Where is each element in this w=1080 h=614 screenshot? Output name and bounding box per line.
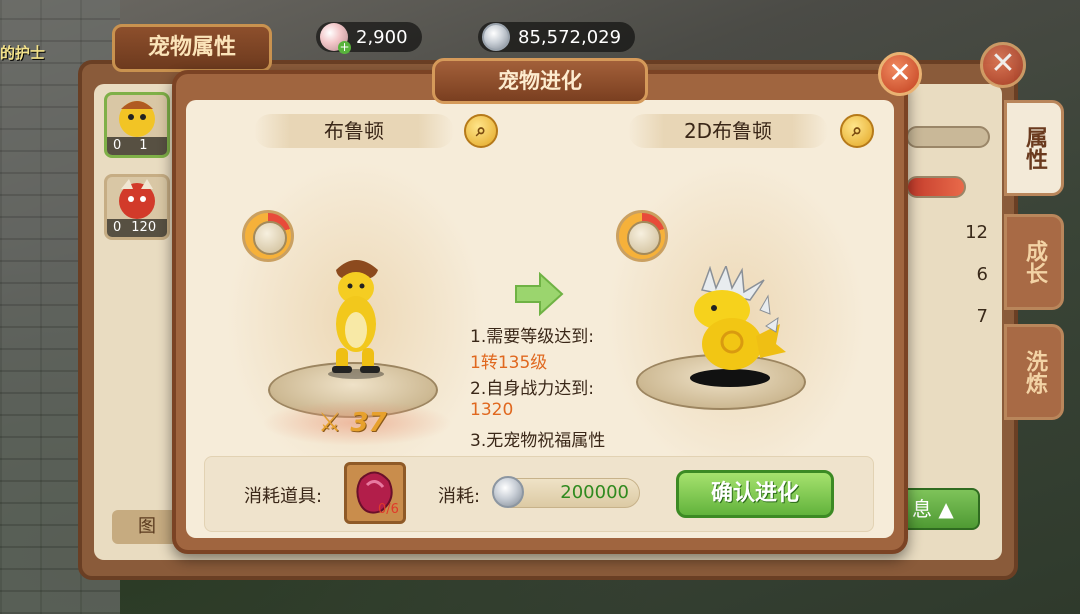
lion-pet-sprite — [328, 260, 384, 379]
from-pet-quality-badge[interactable] — [242, 210, 294, 262]
stat-bar — [906, 126, 990, 148]
pet-rebirth: 0 — [113, 220, 122, 235]
pet-attributes-title: 宠物属性 — [112, 24, 272, 72]
gem-icon — [320, 23, 351, 54]
stat-value: 6 — [976, 264, 988, 285]
coin-amount: 85,572,029 — [518, 26, 622, 48]
to-pet-inspect-button[interactable]: ⌕ — [840, 114, 874, 148]
info-button-label: 息 — [912, 497, 932, 521]
consume-label: 消耗: — [438, 486, 481, 507]
requirement-power-value: 1320 — [470, 400, 514, 420]
pet-list-item[interactable]: 0 120 — [104, 174, 170, 240]
coin-counter: 85,572,029 — [478, 22, 636, 52]
lion-pet-icon — [119, 101, 155, 137]
confirm-evolve-button[interactable]: 确认进化 — [676, 470, 834, 518]
close-icon: ✕ — [888, 56, 912, 89]
gem-amount: 2,900 — [356, 26, 408, 48]
stat-value: 7 — [976, 306, 988, 327]
magnifier-icon: ⌕ — [851, 120, 863, 141]
dialog-title: 宠物进化 — [432, 58, 648, 104]
requirement-level-label: 1.需要等级达到: — [470, 327, 594, 347]
evolved-dragon-pet-sprite — [690, 266, 786, 387]
gem-counter[interactable]: 2,900 — [316, 22, 422, 54]
pet-level: 120 — [131, 220, 157, 235]
silver-coin-icon — [482, 23, 510, 51]
bg-close-button[interactable]: ✕ — [980, 42, 1026, 88]
requirement-power-label: 2.自身战力达到: — [470, 379, 594, 399]
npc-name-label: 的护士 — [0, 44, 46, 62]
requirement-level-value: 1转135级 — [470, 353, 548, 373]
pet-level: 1 — [139, 138, 148, 153]
red-dragon-pet-icon — [119, 179, 155, 219]
from-pet-power: ⚔ 37 — [318, 408, 387, 438]
swords-icon: ⚔ — [318, 408, 351, 438]
hp-bar — [906, 176, 966, 198]
consume-item-label: 消耗道具: — [244, 486, 323, 507]
from-pet-inspect-button[interactable]: ⌕ — [464, 114, 498, 148]
from-pet-power-value: 37 — [350, 408, 387, 438]
evolve-arrow-icon — [515, 272, 564, 316]
from-pet-name: 布鲁顿 — [254, 114, 454, 148]
tab-refine[interactable]: 洗炼 — [1004, 324, 1064, 420]
close-button[interactable]: ✕ — [878, 52, 922, 96]
magnifier-icon: ⌕ — [475, 120, 487, 141]
close-icon: ✕ — [990, 46, 1016, 81]
pet-rebirth: 0 — [113, 138, 122, 153]
pet-list-item[interactable]: 01 — [104, 92, 170, 158]
silver-coin-icon — [492, 476, 524, 508]
tab-growth[interactable]: 成长 — [1004, 214, 1064, 310]
to-pet-name: 2D布鲁顿 — [628, 114, 828, 148]
to-pet-quality-badge[interactable] — [616, 210, 668, 262]
tab-attributes[interactable]: 属性 — [1004, 100, 1064, 196]
stat-value: 12 — [965, 222, 988, 243]
info-button[interactable]: 息 ▲ — [900, 488, 980, 530]
item-count: 0/6 — [378, 502, 399, 517]
requirement-blessing-label: 3.无宠物祝福属性 — [470, 431, 606, 451]
